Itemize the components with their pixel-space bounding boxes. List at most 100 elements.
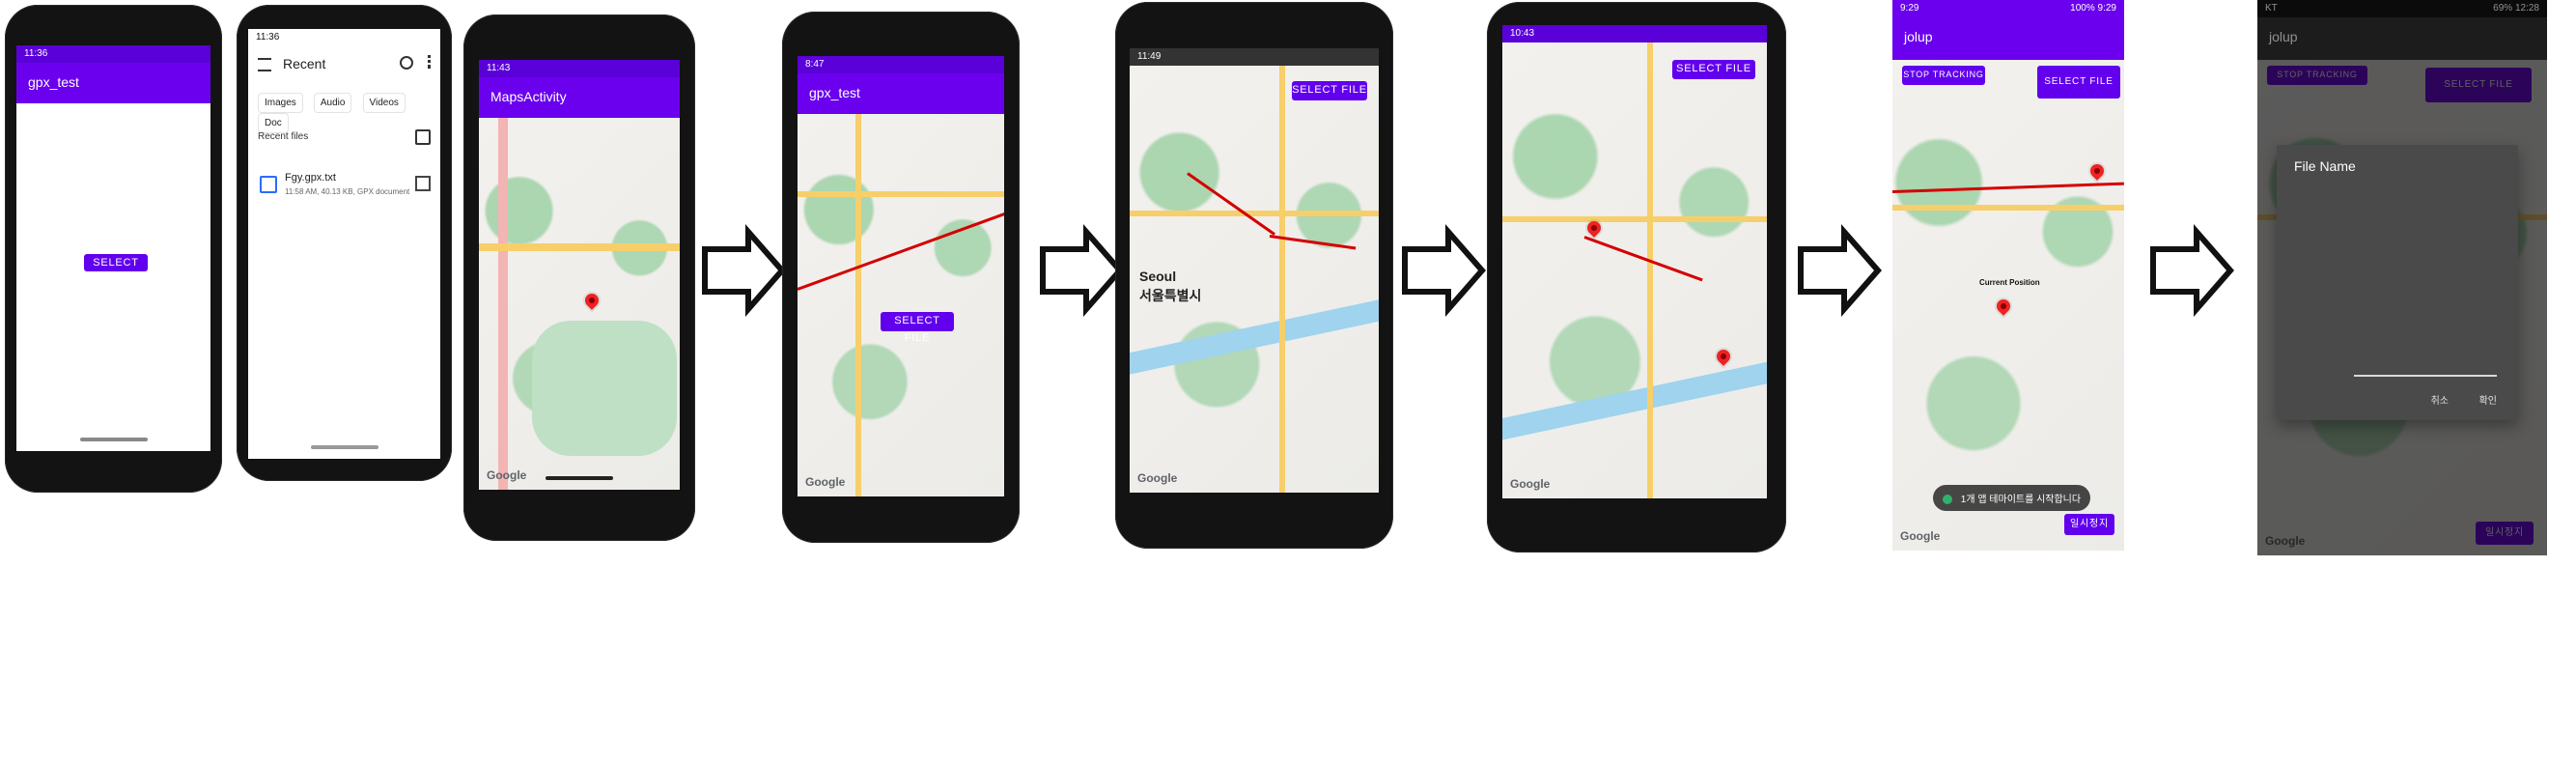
flow-arrow — [2148, 222, 2235, 319]
status-time: 11:36 — [24, 48, 48, 59]
stop-tracking-button[interactable]: STOP TRACKING — [1902, 66, 1985, 85]
file-name-dialog: File Name 취소 확인 — [2277, 145, 2518, 420]
flow-arrow — [1796, 222, 1883, 319]
status-bar: 10:43 — [1502, 25, 1767, 42]
pause-button[interactable]: 일시정지 — [2064, 514, 2114, 535]
chip-videos[interactable]: Videos — [362, 93, 406, 113]
picker-title: Recent — [283, 56, 326, 71]
file-picker: Recent Images Audio Videos Doc Recent fi… — [248, 46, 440, 459]
status-time: 11:43 — [487, 63, 511, 73]
app-bar: gpx_test — [16, 63, 210, 103]
google-logo: Google — [1900, 529, 1941, 543]
google-logo: Google — [1510, 477, 1551, 491]
grid-view-icon[interactable] — [415, 129, 431, 145]
phone-2: 11:36 Recent Images Audio Videos Doc Rec… — [237, 5, 452, 481]
recent-files-label: Recent files — [258, 131, 309, 142]
google-logo: Google — [805, 475, 846, 489]
toast-message: 1개 앱 테마이트를 시작합니다 — [1933, 485, 2091, 511]
city-label-ko: 서울특별시 — [1139, 288, 1202, 303]
map-road — [498, 118, 508, 490]
select-file-button[interactable]: SELECT FILE — [1672, 60, 1755, 79]
river — [1502, 357, 1767, 444]
status-bar: 8:47 — [798, 56, 1004, 73]
flow-arrow — [1038, 222, 1125, 319]
google-logo: Google — [1137, 471, 1178, 485]
phone-1: 11:36 gpx_test SELECT FILE — [5, 5, 222, 493]
map-view[interactable]: SELECT FILE Seoul 서울특별시 Google — [1130, 66, 1379, 493]
select-file-button[interactable]: SELECT FILE — [84, 254, 148, 286]
park-area — [532, 321, 677, 456]
toast-text: 1개 앱 테마이트를 시작합니다 — [1960, 495, 2082, 505]
chip-documents[interactable]: Doc — [258, 113, 289, 133]
map-view[interactable]: Current Position STOP TRACKING SELECT FI… — [1892, 60, 2124, 551]
expand-icon[interactable] — [415, 176, 431, 191]
app-title: MapsActivity — [490, 89, 567, 104]
status-time: 9:29 — [1900, 3, 1919, 14]
confirm-button[interactable]: 확인 — [2479, 392, 2497, 407]
file-list-item[interactable]: Fgy.gpx.txt 11:58 AM, 40.13 KB, GPX docu… — [258, 170, 431, 209]
dialog-title: File Name — [2294, 158, 2356, 174]
chip-images[interactable]: Images — [258, 93, 303, 113]
map-road — [1130, 211, 1379, 216]
map-view[interactable]: Google — [479, 118, 680, 490]
select-file-button[interactable]: SELECT FILE — [1292, 81, 1367, 100]
status-time: 10:43 — [1510, 28, 1535, 39]
map-marker[interactable] — [582, 291, 602, 310]
current-position-label: Current Position — [1979, 278, 2040, 287]
map-view[interactable]: SELECT FILE Google — [1502, 42, 1767, 498]
gpx-route — [798, 205, 1004, 291]
chip-audio[interactable]: Audio — [313, 93, 352, 113]
select-file-button[interactable]: SELECT FILE — [2037, 66, 2120, 99]
app-title: gpx_test — [28, 74, 79, 90]
screen-4: 8:47 gpx_test SELECT FILE Google — [798, 56, 1004, 496]
app-title: gpx_test — [809, 85, 860, 100]
home-indicator — [310, 445, 378, 449]
home-indicator — [546, 476, 613, 480]
current-position-marker[interactable] — [1994, 297, 2013, 316]
app-bar: jolup — [1892, 17, 2124, 60]
screen-8: KT 69% 12:28 jolup STOP TRACKING SELECT … — [2257, 0, 2547, 555]
screen-2: 11:36 Recent Images Audio Videos Doc Rec… — [248, 29, 440, 459]
map-road — [1279, 66, 1285, 493]
screen-6: 10:43 SELECT FILE Google — [1502, 25, 1767, 498]
map-view[interactable]: SELECT FILE Google — [798, 114, 1004, 496]
phone-5: 11:49 SELECT FILE Seoul 서울특별시 Google — [1115, 2, 1393, 549]
city-label-en: Seoul — [1139, 269, 1177, 284]
phone-4: 8:47 gpx_test SELECT FILE Google — [782, 12, 1020, 543]
app-bar: gpx_test — [798, 73, 1004, 114]
recent-files-section: Recent files — [258, 129, 431, 145]
map-marker[interactable] — [2087, 161, 2107, 181]
phone-3: 11:43 MapsActivity Google — [463, 14, 695, 541]
status-time: 8:47 — [805, 59, 825, 70]
map-road — [798, 191, 1004, 197]
file-name-input[interactable] — [2354, 375, 2497, 377]
more-options-icon[interactable] — [428, 55, 431, 69]
status-bar: 11:43 — [479, 60, 680, 77]
search-icon[interactable] — [400, 56, 413, 70]
workflow-stage: 11:36 gpx_test SELECT FILE 11:36 Recent … — [0, 0, 2576, 765]
status-bar: 9:29 100% 9:29 — [1892, 0, 2124, 17]
status-time: 11:36 — [256, 32, 280, 42]
map-road — [1892, 205, 2124, 211]
screen-3: 11:43 MapsActivity Google — [479, 60, 680, 490]
file-name: Fgy.gpx.txt — [285, 172, 336, 184]
river — [1130, 296, 1379, 379]
map-road — [1502, 216, 1767, 222]
flow-arrow — [700, 222, 787, 319]
map-road — [855, 114, 861, 496]
app-title: jolup — [1904, 29, 1933, 44]
status-time: 11:49 — [1137, 51, 1162, 62]
menu-icon[interactable] — [258, 58, 271, 71]
home-indicator — [79, 438, 148, 441]
filter-chips: Images Audio Videos Doc — [258, 93, 431, 133]
file-icon — [260, 176, 277, 193]
cancel-button[interactable]: 취소 — [2431, 392, 2449, 407]
phone-6: 10:43 SELECT FILE Google — [1487, 2, 1786, 552]
google-logo: Google — [487, 468, 527, 482]
screen-5: 11:49 SELECT FILE Seoul 서울특별시 Google — [1130, 48, 1379, 493]
gpx-route — [1187, 172, 1275, 236]
map-marker[interactable] — [1714, 347, 1733, 366]
status-bar: 11:36 — [16, 45, 210, 63]
select-file-button[interactable]: SELECT FILE — [881, 312, 954, 344]
screen-7: 9:29 100% 9:29 jolup Current Position ST… — [1892, 0, 2124, 551]
